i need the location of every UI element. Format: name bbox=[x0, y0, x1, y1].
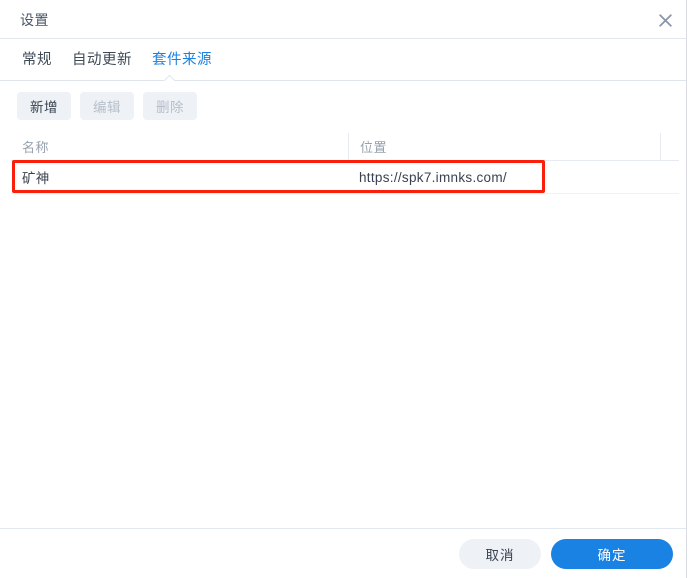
settings-dialog: 设置 常规 自动更新 套件来源 新增 编辑 删除 名称 位置 矿神 https:… bbox=[0, 0, 698, 578]
package-sources-table: 名称 位置 矿神 https://spk7.imnks.com/ bbox=[11, 133, 679, 508]
column-header-blank bbox=[660, 133, 679, 160]
table-row[interactable]: 矿神 https://spk7.imnks.com/ bbox=[11, 161, 679, 194]
edit-button: 编辑 bbox=[80, 92, 134, 120]
cell-name: 矿神 bbox=[22, 171, 50, 186]
tab-auto-update[interactable]: 自动更新 bbox=[72, 46, 132, 75]
close-button[interactable] bbox=[650, 5, 680, 35]
table-toolbar: 新增 编辑 删除 bbox=[17, 92, 197, 120]
column-header-name[interactable]: 名称 bbox=[11, 133, 348, 160]
cell-blank bbox=[660, 161, 679, 193]
close-icon bbox=[658, 13, 672, 27]
dialog-titlebar: 设置 bbox=[0, 0, 687, 39]
dialog-footer: 取消 确定 bbox=[0, 529, 687, 578]
tab-package-sources[interactable]: 套件来源 bbox=[152, 46, 212, 75]
tab-general[interactable]: 常规 bbox=[22, 46, 52, 75]
active-tab-notch bbox=[162, 72, 177, 81]
tab-bar: 常规 自动更新 套件来源 bbox=[0, 40, 687, 81]
column-header-location[interactable]: 位置 bbox=[348, 133, 660, 160]
cancel-button[interactable]: 取消 bbox=[459, 538, 541, 569]
dialog-title: 设置 bbox=[20, 12, 49, 28]
cell-location: https://spk7.imnks.com/ bbox=[359, 169, 507, 185]
tab-underline bbox=[0, 80, 687, 81]
confirm-button[interactable]: 确定 bbox=[551, 538, 673, 569]
table-header-row: 名称 位置 bbox=[11, 133, 679, 161]
add-button[interactable]: 新增 bbox=[17, 92, 71, 120]
window-right-edge bbox=[686, 0, 687, 578]
delete-button: 删除 bbox=[143, 92, 197, 120]
tab-list: 常规 自动更新 套件来源 bbox=[22, 46, 212, 75]
